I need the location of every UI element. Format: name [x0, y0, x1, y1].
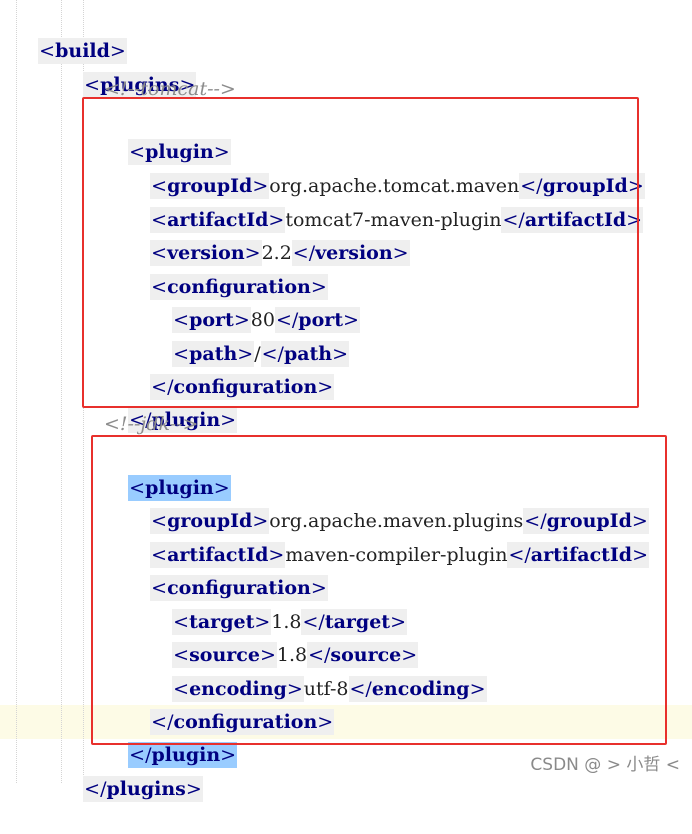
- xml-tag: </plugins>: [83, 776, 203, 802]
- annotation-box-tomcat: [82, 97, 639, 408]
- annotation-box-jdk: [91, 435, 667, 745]
- code-line: <build>: [14, 6, 127, 64]
- code-editor[interactable]: <build> <plugins> <!--tomcat--> <plugin>…: [0, 0, 692, 802]
- code-line: </plugins>: [59, 744, 203, 802]
- indent-guide: [16, 0, 17, 783]
- watermark: CSDN @ > 小哲 <: [530, 755, 680, 775]
- code-line: <plugins>: [59, 40, 197, 98]
